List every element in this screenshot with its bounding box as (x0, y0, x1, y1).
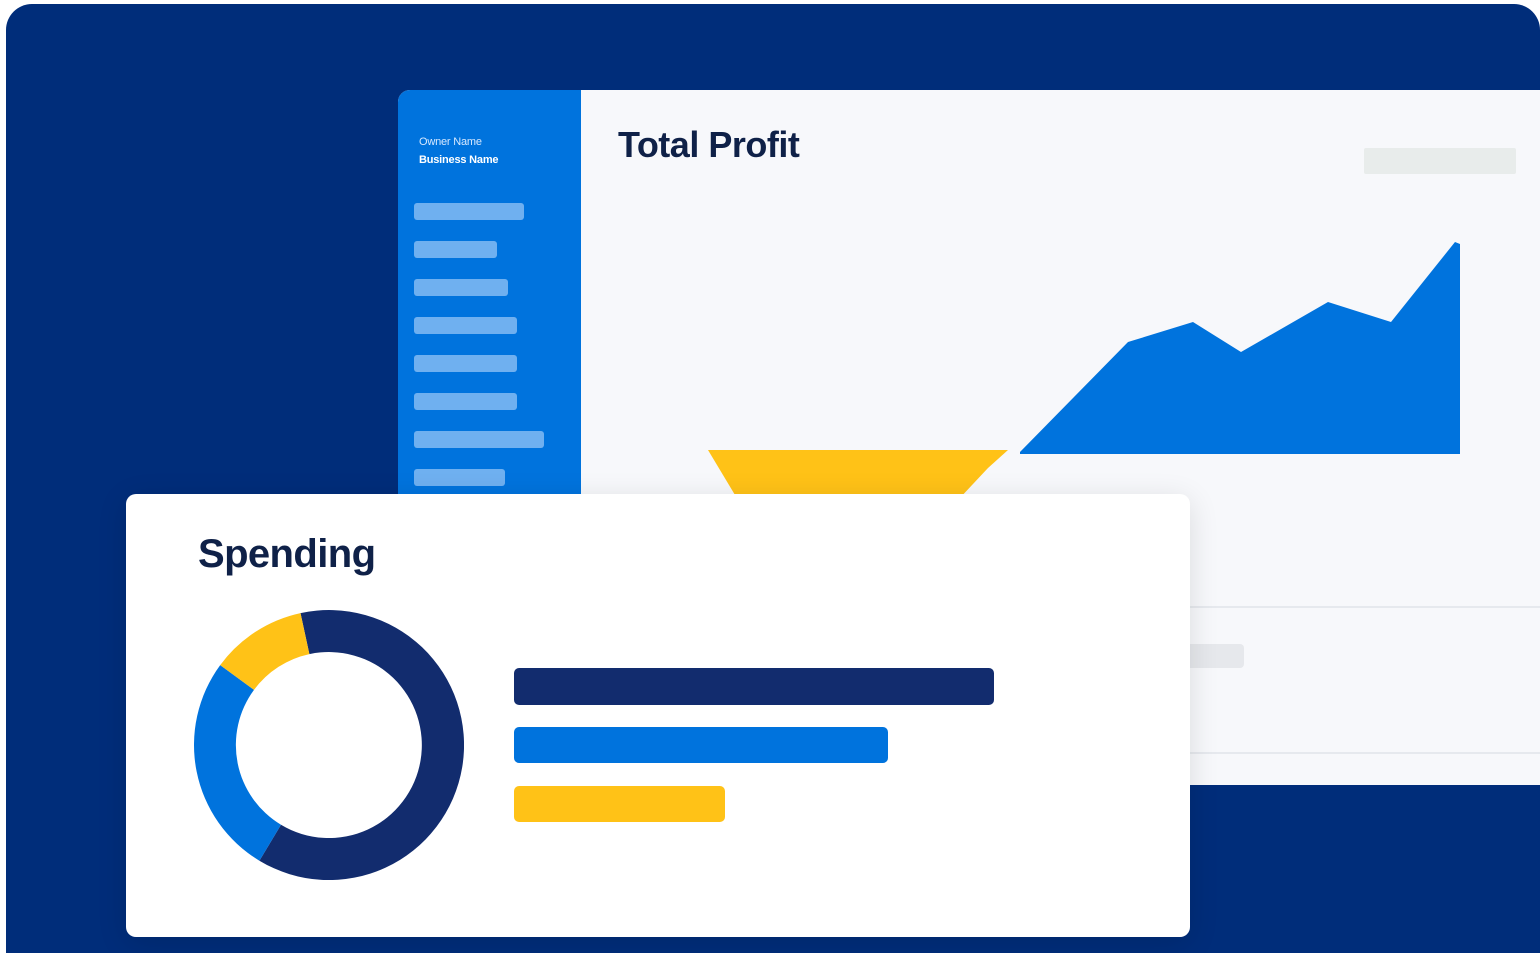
spending-bar-yellow (514, 786, 725, 822)
hero-background: Owner Name Business Name Total Profit Sp… (6, 4, 1540, 953)
donut-segment-blue (194, 665, 281, 861)
spending-card: Spending (126, 494, 1190, 937)
spending-donut-chart (194, 610, 464, 880)
profit-area-yellow (708, 450, 1008, 500)
spending-bar-blue (514, 727, 888, 763)
spending-title: Spending (198, 532, 376, 576)
table-divider (1186, 606, 1540, 608)
table-cell-placeholder (1186, 644, 1244, 668)
total-profit-chart (708, 242, 1460, 500)
table-divider (1186, 752, 1540, 754)
spending-bar-navy (514, 668, 994, 705)
profit-area-blue (1020, 242, 1460, 454)
